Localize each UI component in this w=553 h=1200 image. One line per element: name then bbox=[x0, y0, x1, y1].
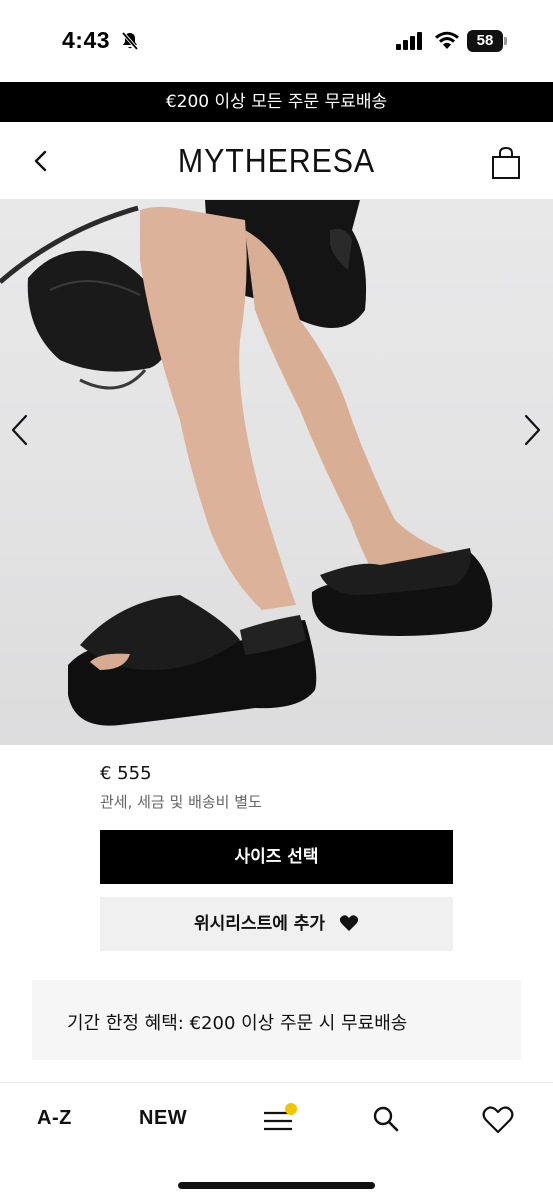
nav-az[interactable]: A-Z bbox=[37, 1107, 72, 1135]
product-image-gallery[interactable] bbox=[0, 200, 553, 745]
wishlist-label: 위시리스트에 추가 bbox=[194, 914, 326, 934]
heart-filled-icon bbox=[339, 915, 359, 931]
bell-slash-icon bbox=[121, 31, 139, 51]
gallery-next-button[interactable] bbox=[520, 412, 544, 448]
wifi-icon bbox=[435, 31, 459, 49]
battery-level: 58 bbox=[467, 30, 503, 52]
status-time: 4:43 bbox=[62, 27, 111, 53]
signal-icon bbox=[396, 32, 422, 50]
battery-icon: 58 bbox=[467, 30, 507, 52]
gallery-prev-button[interactable] bbox=[8, 412, 32, 448]
status-bar: 4:43 58 bbox=[0, 0, 553, 82]
benefit-banner[interactable]: 기간 한정 혜택: €200 이상 주문 시 무료배송 bbox=[32, 980, 521, 1060]
benefit-text: 기간 한정 혜택: €200 이상 주문 시 무료배송 bbox=[67, 1013, 408, 1034]
tax-note: 관세, 세금 및 배송비 별도 bbox=[100, 793, 262, 811]
add-to-wishlist-button[interactable]: 위시리스트에 추가 bbox=[100, 897, 453, 951]
brand-logo[interactable]: MYTHERESA bbox=[22, 142, 531, 180]
promo-banner[interactable]: €200 이상 모든 주문 무료배송 bbox=[0, 82, 553, 122]
search-icon[interactable] bbox=[372, 1105, 400, 1133]
shopping-bag-icon[interactable] bbox=[490, 146, 522, 180]
menu-notification-badge bbox=[285, 1103, 297, 1115]
heart-outline-icon[interactable] bbox=[482, 1106, 514, 1134]
nav-new[interactable]: NEW bbox=[139, 1107, 187, 1135]
header: MYTHERESA bbox=[0, 122, 553, 200]
product-price: € 555 bbox=[100, 763, 152, 784]
select-size-button[interactable]: 사이즈 선택 bbox=[100, 830, 453, 884]
home-indicator bbox=[178, 1182, 375, 1189]
product-photo bbox=[0, 200, 493, 726]
